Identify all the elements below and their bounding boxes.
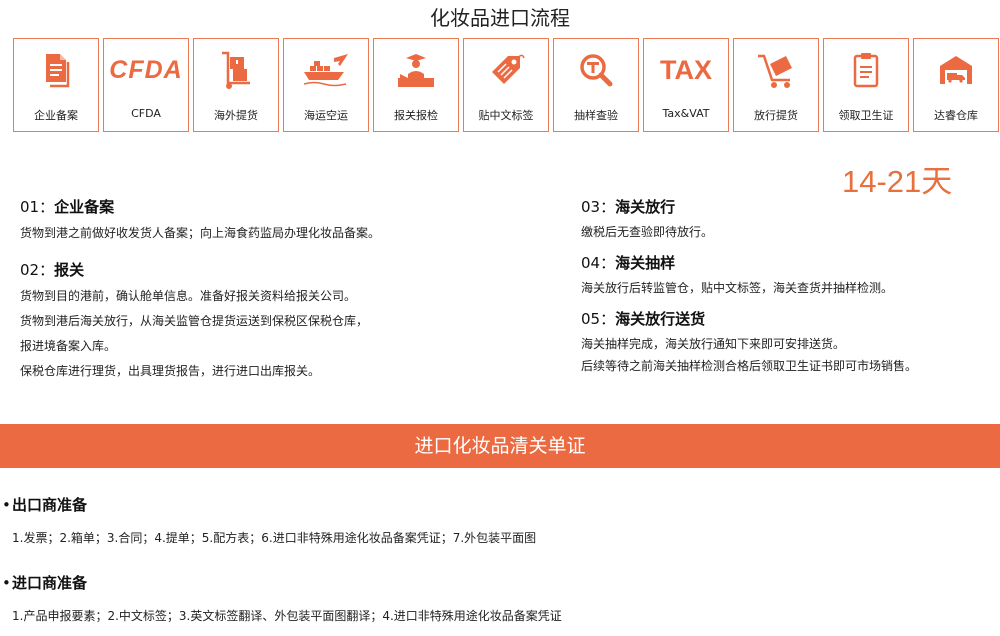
section-line: 缴税后无查验即待放行。 <box>581 225 714 239</box>
section-number: 05： <box>581 310 616 328</box>
step-label: CFDA <box>131 107 161 120</box>
bullet-icon: • <box>2 574 11 592</box>
section-02: 02：报关 货物到目的港前，确认舱单信息。准备好报关资料给报关公司。 货物到港后… <box>20 260 560 384</box>
hand-truck-icon <box>222 51 250 89</box>
process-details-right: 03：海关放行 缴税后无查验即待放行。 04：海关抽样 海关放行后转监管仓，贴中… <box>581 197 991 387</box>
exporter-documents: • 出口商准备 1.发票；2.箱单；3.合同；4.提单；5.配方表；6.进口非特殊… <box>0 495 1000 546</box>
step-cfda[interactable]: CFDA CFDA <box>103 38 189 132</box>
step-label: 放行提货 <box>754 109 798 122</box>
page-title: 化妆品进口流程 <box>430 6 570 30</box>
section-line: 后续等待之前海关抽样检测合格后领取卫生证书即可市场销售。 <box>581 359 918 373</box>
section-01: 01：企业备案 货物到港之前做好收发货人备案；向上海食药监局办理化妆品备案。 <box>20 197 560 246</box>
doc-title: 出口商准备 <box>12 496 88 514</box>
step-release-pickup[interactable]: 放行提货 <box>733 38 819 132</box>
step-label: 领取卫生证 <box>838 109 894 122</box>
step-label: 海运空运 <box>304 109 348 122</box>
section-title: 海关放行 <box>615 198 676 216</box>
step-tax-vat[interactable]: TAX Tax&VAT <box>643 38 729 132</box>
customs-officer-icon <box>398 54 434 87</box>
doc-list: 1.产品申报要素；2.中文标签；3.英文标签翻译、外包装平面图翻译；4.进口非特… <box>12 609 562 623</box>
tag-icon <box>492 54 525 84</box>
section-number: 01： <box>20 198 55 216</box>
customs-documents-banner: 进口化妆品清关单证 <box>0 424 1000 468</box>
section-line: 海关抽样完成，海关放行通知下来即可安排送货。 <box>581 337 846 351</box>
bullet-icon: • <box>2 496 11 514</box>
clipboard-icon <box>853 53 879 88</box>
section-05: 05：海关放行送货 海关抽样完成，海关放行通知下来即可安排送货。 后续等待之前海… <box>581 309 991 377</box>
process-details-left: 01：企业备案 货物到港之前做好收发货人备案；向上海食药监局办理化妆品备案。 0… <box>20 197 560 398</box>
cart-icon <box>758 54 792 88</box>
duration-label: 14-21天 <box>842 164 953 199</box>
section-number: 03： <box>581 198 616 216</box>
doc-list: 1.发票；2.箱单；3.合同；4.提单；5.配方表；6.进口非特殊用途化妆品备案… <box>12 531 537 545</box>
step-label: 企业备案 <box>34 109 78 122</box>
cfda-logo-icon: CFDA <box>109 55 183 84</box>
section-line: 报进境备案入库。 <box>20 339 117 353</box>
step-chinese-label[interactable]: 贴中文标签 <box>463 38 549 132</box>
tax-icon: TAX <box>660 54 712 85</box>
section-number: 04： <box>581 254 616 272</box>
section-03: 03：海关放行 缴税后无查验即待放行。 <box>581 197 991 243</box>
section-line: 海关放行后转监管仓，贴中文标签，海关查货并抽样检测。 <box>581 281 894 295</box>
step-label: 海外提货 <box>214 109 258 122</box>
importer-documents: • 进口商准备 1.产品申报要素；2.中文标签；3.英文标签翻译、外包装平面图翻译… <box>0 573 1000 624</box>
section-line: 货物到港之前做好收发货人备案；向上海食药监局办理化妆品备案。 <box>20 226 381 240</box>
step-label: 抽样查验 <box>574 109 618 122</box>
step-enterprise-filing[interactable]: 企业备案 <box>13 38 99 132</box>
section-04: 04：海关抽样 海关放行后转监管仓，贴中文标签，海关查货并抽样检测。 <box>581 253 991 299</box>
section-title: 企业备案 <box>54 198 115 216</box>
warehouse-icon <box>940 56 972 84</box>
doc-title: 进口商准备 <box>12 574 88 592</box>
step-darui-warehouse[interactable]: 达睿仓库 <box>913 38 999 132</box>
section-line: 货物到目的港前，确认舱单信息。准备好报关资料给报关公司。 <box>20 289 357 303</box>
step-sea-air-shipping[interactable]: 海运空运 <box>283 38 369 132</box>
step-label: 达睿仓库 <box>934 109 978 122</box>
section-title: 报关 <box>54 261 85 279</box>
step-sampling-inspection[interactable]: 抽样查验 <box>553 38 639 132</box>
ship-plane-icon <box>303 54 348 87</box>
section-line: 货物到港后海关放行，从海关监管仓提货运送到保税区保税仓库， <box>20 314 369 328</box>
section-line: 保税仓库进行理货，出具理货报告，进行进口出库报关。 <box>20 364 321 378</box>
magnifier-icon <box>580 54 613 87</box>
step-label: 报关报检 <box>394 109 438 122</box>
step-overseas-pickup[interactable]: 海外提货 <box>193 38 279 132</box>
step-label: Tax&VAT <box>662 107 710 120</box>
section-number: 02： <box>20 261 55 279</box>
process-steps: 企业备案 CFDA CFDA 海外提货 海运空运 报关报检 贴中文标签 抽样查验… <box>13 38 999 132</box>
step-customs-declaration[interactable]: 报关报检 <box>373 38 459 132</box>
step-health-certificate[interactable]: 领取卫生证 <box>823 38 909 132</box>
step-label: 贴中文标签 <box>478 109 534 122</box>
document-icon <box>46 54 70 88</box>
section-title: 海关放行送货 <box>615 310 706 328</box>
section-title: 海关抽样 <box>615 254 676 272</box>
